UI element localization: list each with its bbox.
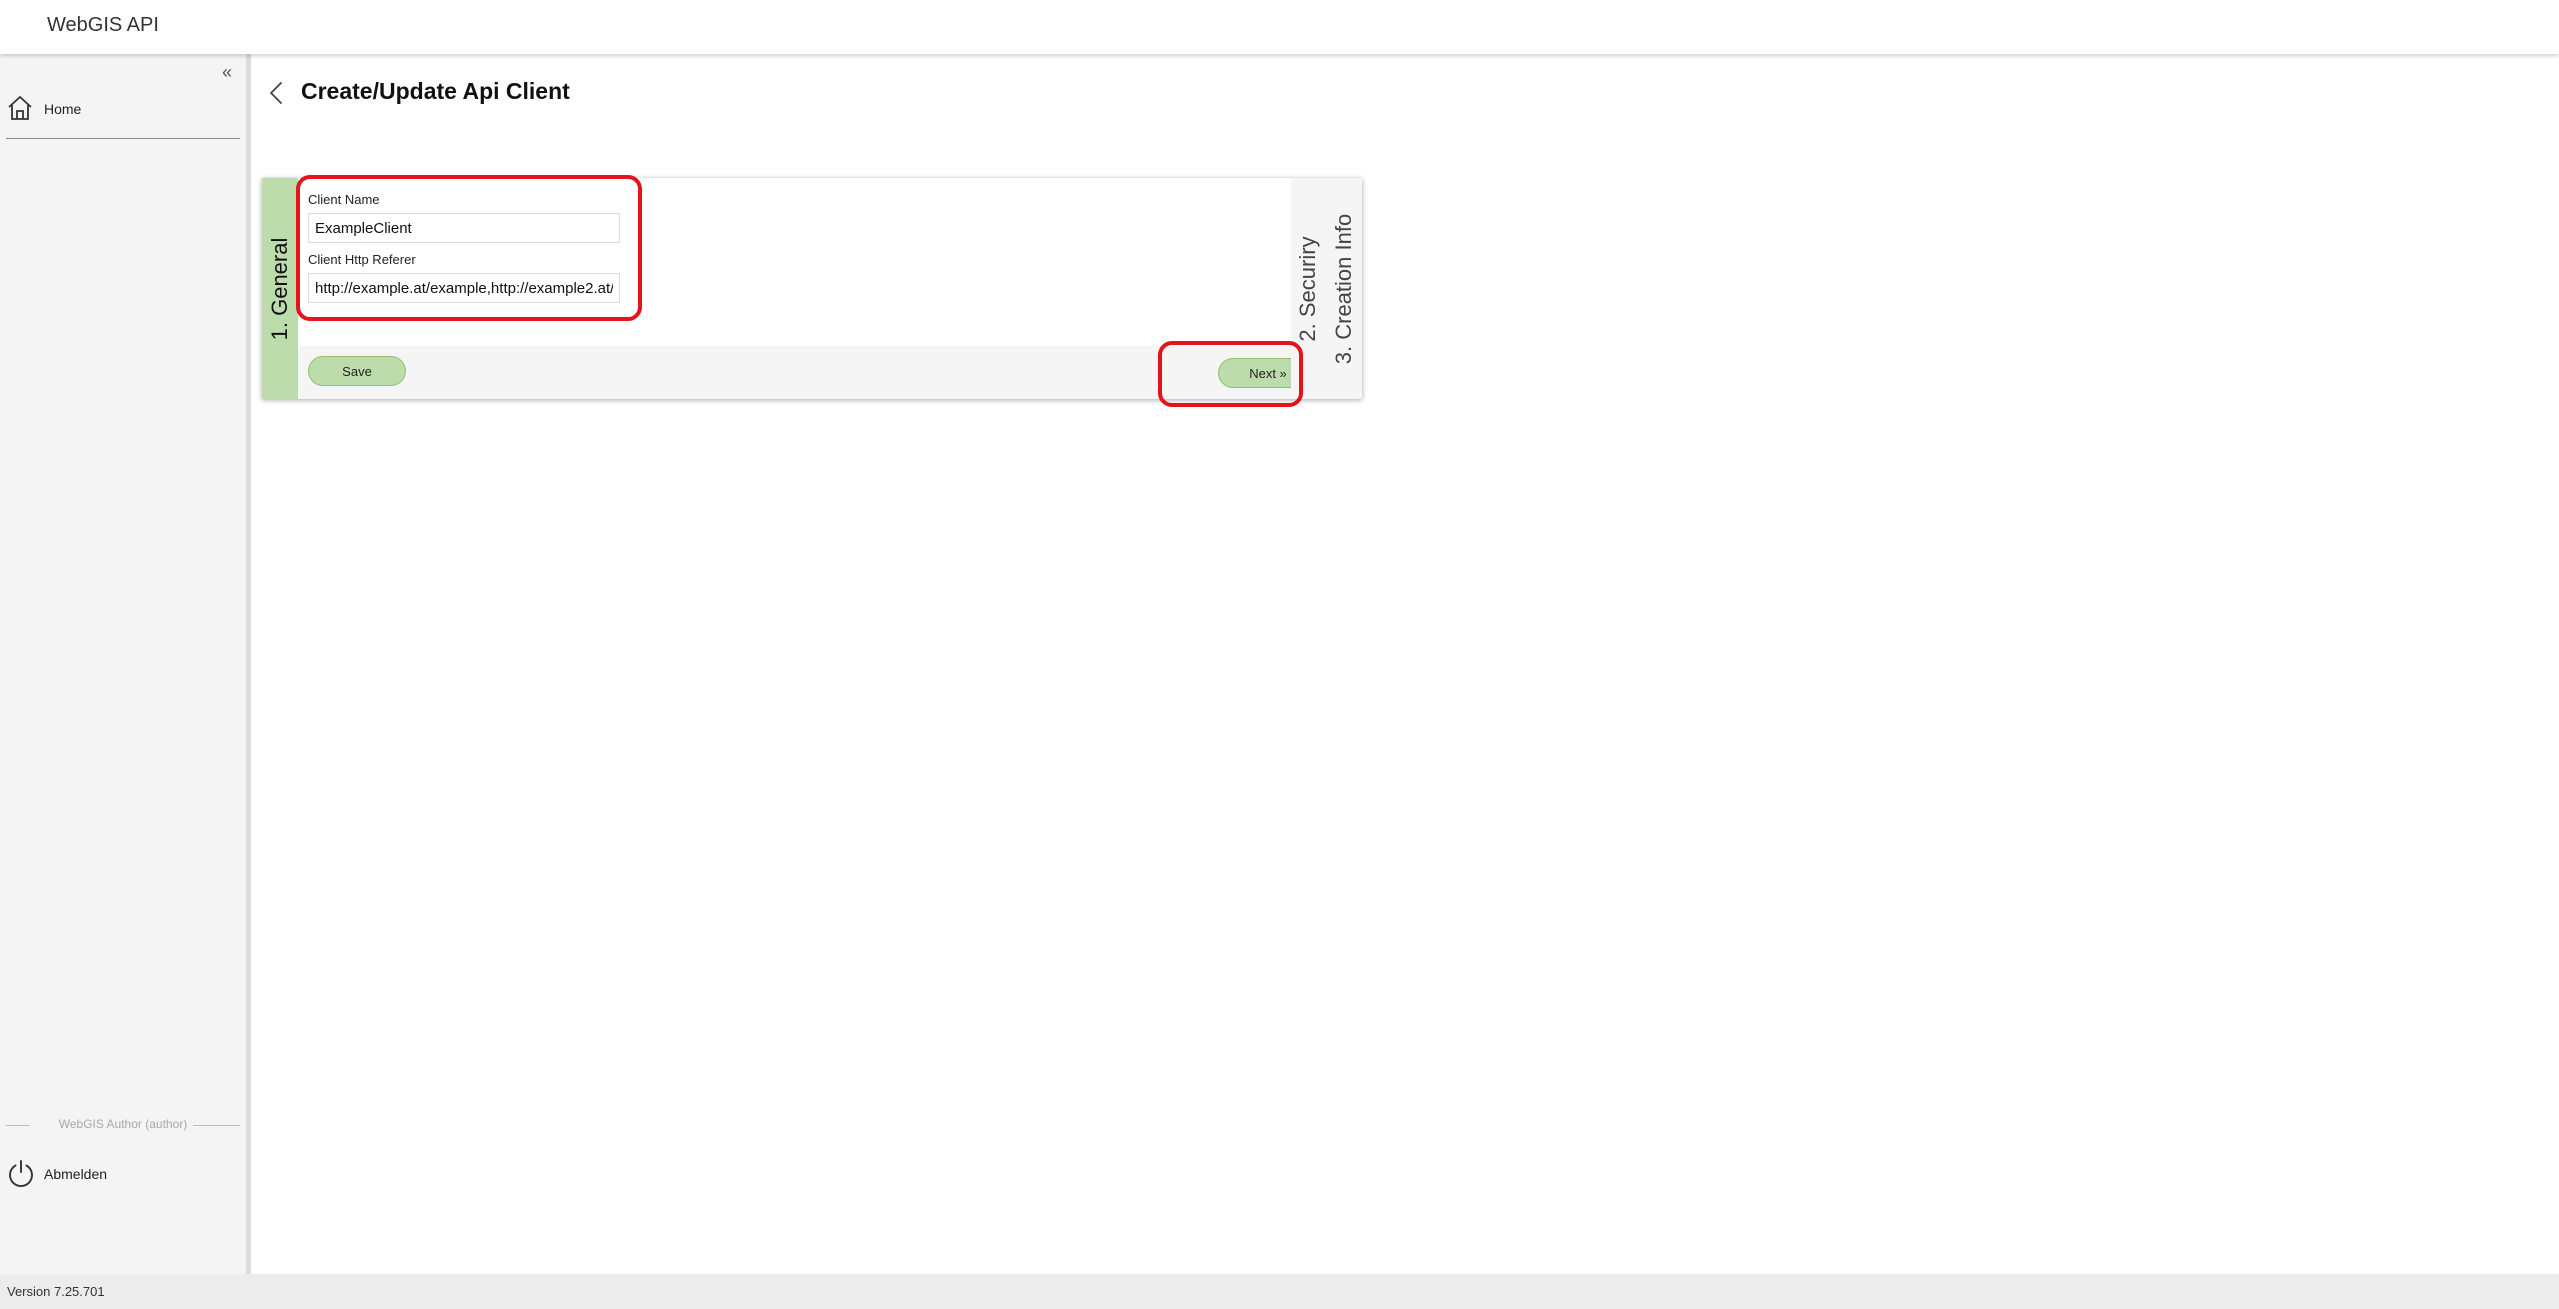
wizard-tab-creation-info[interactable]: 3. Creation Info — [1325, 178, 1362, 399]
sidebar: « Home WebGIS Author (author) Abmelden — [0, 54, 251, 1274]
sidebar-item-home[interactable]: Home — [6, 94, 242, 124]
back-chevron-icon[interactable] — [268, 80, 284, 106]
sidebar-user-label: WebGIS Author (author) — [52, 1117, 194, 1131]
footer: Version 7.25.701 — [0, 1274, 2559, 1309]
wizard-panel: 1. General Client Name Client Http Refer… — [262, 178, 1362, 399]
wizard-tab-security-label: 2. Securiry — [1295, 235, 1320, 342]
page-title: Create/Update Api Client — [301, 78, 570, 104]
wizard-tab-general-label: 1. General — [267, 237, 292, 340]
wizard-action-bar: Save Next » — [298, 346, 1326, 399]
general-form: Client Name Client Http Referer — [298, 178, 1326, 346]
wizard-tab-creation-info-label: 3. Creation Info — [1330, 213, 1356, 364]
client-http-referer-label: Client Http Referer — [308, 252, 416, 267]
sidebar-item-logout-label: Abmelden — [44, 1166, 108, 1182]
sidebar-user-section: WebGIS Author (author) — [6, 1115, 240, 1135]
sidebar-item-home-label: Home — [44, 101, 82, 117]
wizard-tab-security[interactable]: 2. Securiry — [1291, 178, 1325, 399]
app-header: WebGIS API — [0, 0, 2559, 54]
sidebar-divider — [6, 138, 240, 139]
collapse-sidebar-button[interactable]: « — [222, 62, 232, 83]
app-title: WebGIS API — [47, 14, 159, 36]
version-label: Version 7.25.701 — [7, 1284, 105, 1299]
wizard-body: Client Name Client Http Referer Save Nex… — [298, 178, 1326, 399]
power-icon — [9, 1160, 33, 1187]
client-http-referer-input[interactable] — [308, 273, 620, 303]
save-button[interactable]: Save — [308, 356, 406, 386]
client-name-label: Client Name — [308, 192, 380, 207]
sidebar-item-logout[interactable]: Abmelden — [6, 1158, 242, 1190]
wizard-tab-general[interactable]: 1. General — [262, 178, 298, 399]
home-icon — [8, 96, 32, 120]
client-name-input[interactable] — [308, 213, 620, 243]
